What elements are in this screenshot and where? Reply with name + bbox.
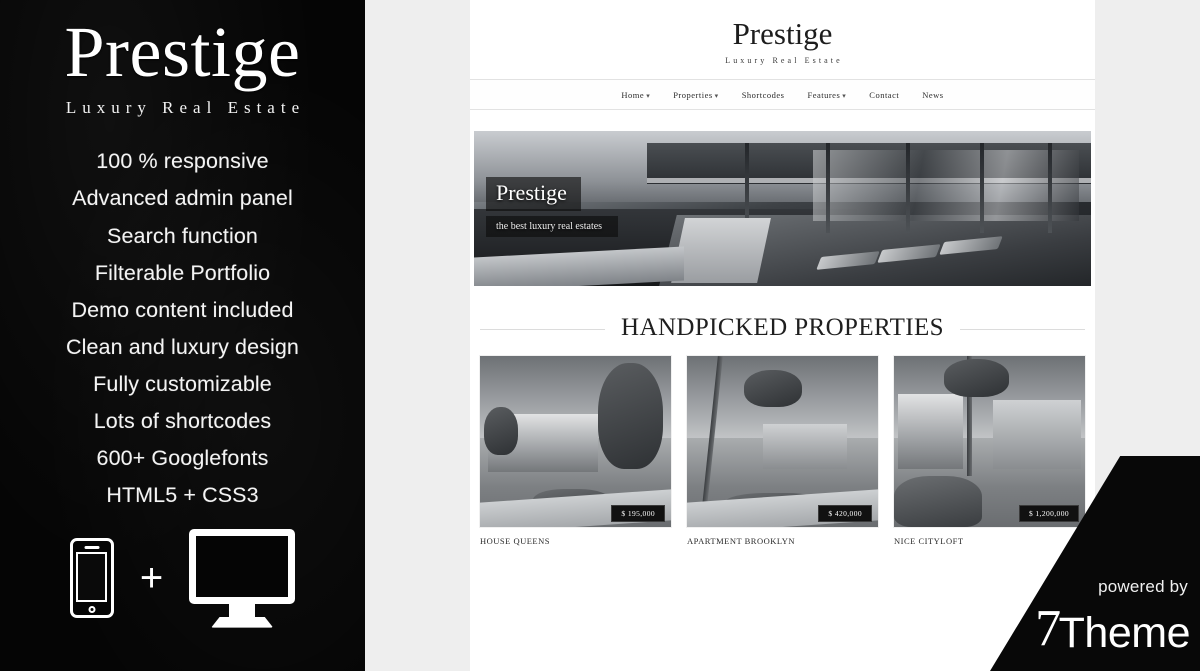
promo-feature-item: Demo content included: [71, 297, 294, 322]
property-card[interactable]: $ 420,000 APARTMENT BROOKLYN: [687, 356, 878, 546]
hero-title: Prestige: [486, 177, 581, 211]
promo-feature-item: Advanced admin panel: [72, 186, 293, 211]
monitor-bezel: [189, 528, 296, 604]
promo-feature-item: HTML5 + CSS3: [106, 483, 259, 508]
monitor-base: [211, 616, 274, 628]
plus-icon: +: [139, 556, 164, 601]
property-image[interactable]: $ 195,000: [480, 356, 671, 527]
hero-pillar: [979, 143, 984, 234]
price-badge: $ 420,000: [818, 505, 872, 522]
promo-feature-item: Filterable Portfolio: [94, 260, 271, 285]
promo-feature-item: Fully customizable: [93, 371, 272, 396]
chevron-down-icon: ▾: [714, 91, 719, 100]
promo-tagline: Luxury Real Estate: [65, 98, 306, 118]
chevron-down-icon: ▾: [842, 91, 847, 100]
nav-item-properties[interactable]: Properties ▾: [673, 90, 718, 100]
property-card[interactable]: $ 1,200,000 NICE CITYLOFT: [894, 356, 1085, 546]
hero-subtitle: the best luxury real estates: [486, 216, 619, 237]
hero-pillar: [905, 143, 910, 234]
promo-feature-list: 100 % responsive Advanced admin panel Se…: [0, 151, 365, 506]
hero-interior: [813, 149, 1079, 221]
nav-label: Contact: [869, 89, 900, 100]
site-header: Prestige Luxury Real Estate: [470, 0, 1095, 79]
site-logo[interactable]: Prestige: [470, 18, 1095, 49]
image-palm-crown: [943, 359, 1009, 398]
property-card[interactable]: $ 195,000 HOUSE QUEENS: [480, 356, 671, 546]
nav-label: Features: [807, 89, 841, 100]
image-palm-crown: [744, 369, 802, 408]
hero-pillar: [825, 143, 830, 234]
property-card-grid: $ 195,000 HOUSE QUEENS $ 420,000 APARTME…: [474, 356, 1091, 546]
nav-item-news[interactable]: News: [922, 90, 943, 100]
desktop-monitor-icon: [189, 528, 296, 628]
nav-item-features[interactable]: Features ▾: [807, 90, 846, 100]
promo-feature-item: 100 % responsive: [96, 149, 269, 174]
hero-caption: Prestige the best luxury real estates: [486, 177, 619, 237]
image-tree: [598, 362, 664, 469]
property-image[interactable]: $ 420,000: [687, 356, 878, 527]
promo-feature-item: Search function: [107, 223, 258, 248]
site-preview-area: Prestige Luxury Real Estate Home ▾ Proper…: [365, 0, 1200, 671]
phone-screen: [76, 552, 108, 603]
main-navigation[interactable]: Home ▾ Properties ▾ Shortcodes Features ▾ C…: [470, 79, 1095, 110]
nav-label: News: [922, 89, 944, 100]
image-building: [897, 393, 963, 469]
device-icons: +: [0, 528, 365, 628]
chevron-down-icon: ▾: [646, 91, 651, 100]
promo-feature-item: 600+ Googlefonts: [96, 446, 269, 471]
image-building: [993, 400, 1082, 469]
hero-slider[interactable]: Prestige the best luxury real estates: [474, 131, 1091, 286]
nav-item-home[interactable]: Home ▾: [621, 90, 650, 100]
property-title[interactable]: APARTMENT BROOKLYN: [687, 536, 878, 546]
promo-feature-item: Lots of shortcodes: [93, 408, 272, 433]
nav-label: Properties: [673, 89, 713, 100]
promo-feature-item: Clean and luxury design: [66, 334, 299, 359]
hero-pillar: [1047, 143, 1052, 234]
promo-panel: Prestige Luxury Real Estate 100 % respon…: [0, 0, 365, 671]
image-tree: [483, 407, 519, 456]
phone-speaker: [84, 546, 100, 549]
price-badge: $ 195,000: [611, 505, 665, 522]
website-mockup: Prestige Luxury Real Estate Home ▾ Proper…: [470, 0, 1095, 671]
preview-stage: Prestige Luxury Real Estate 100 % respon…: [0, 0, 1200, 671]
promo-logo: Prestige: [64, 12, 301, 92]
image-shrub: [894, 475, 982, 527]
mobile-phone-icon: [69, 538, 114, 619]
hero-walkway: [670, 217, 771, 283]
price-badge: $ 1,200,000: [1018, 505, 1079, 522]
property-title[interactable]: HOUSE QUEENS: [480, 536, 671, 546]
phone-home-button: [88, 605, 96, 613]
section-heading-text: HANDPICKED PROPERTIES: [605, 314, 960, 342]
nav-item-shortcodes[interactable]: Shortcodes: [742, 90, 785, 100]
monitor-neck: [229, 603, 256, 617]
nav-label: Shortcodes: [741, 89, 785, 100]
nav-label: Home: [621, 89, 645, 100]
image-building: [763, 424, 848, 469]
nav-item-contact[interactable]: Contact: [869, 90, 899, 100]
property-title[interactable]: NICE CITYLOFT: [894, 536, 1085, 546]
site-tagline: Luxury Real Estate: [725, 56, 843, 65]
section-heading: HANDPICKED PROPERTIES: [480, 314, 1085, 342]
property-image[interactable]: $ 1,200,000: [894, 356, 1085, 527]
